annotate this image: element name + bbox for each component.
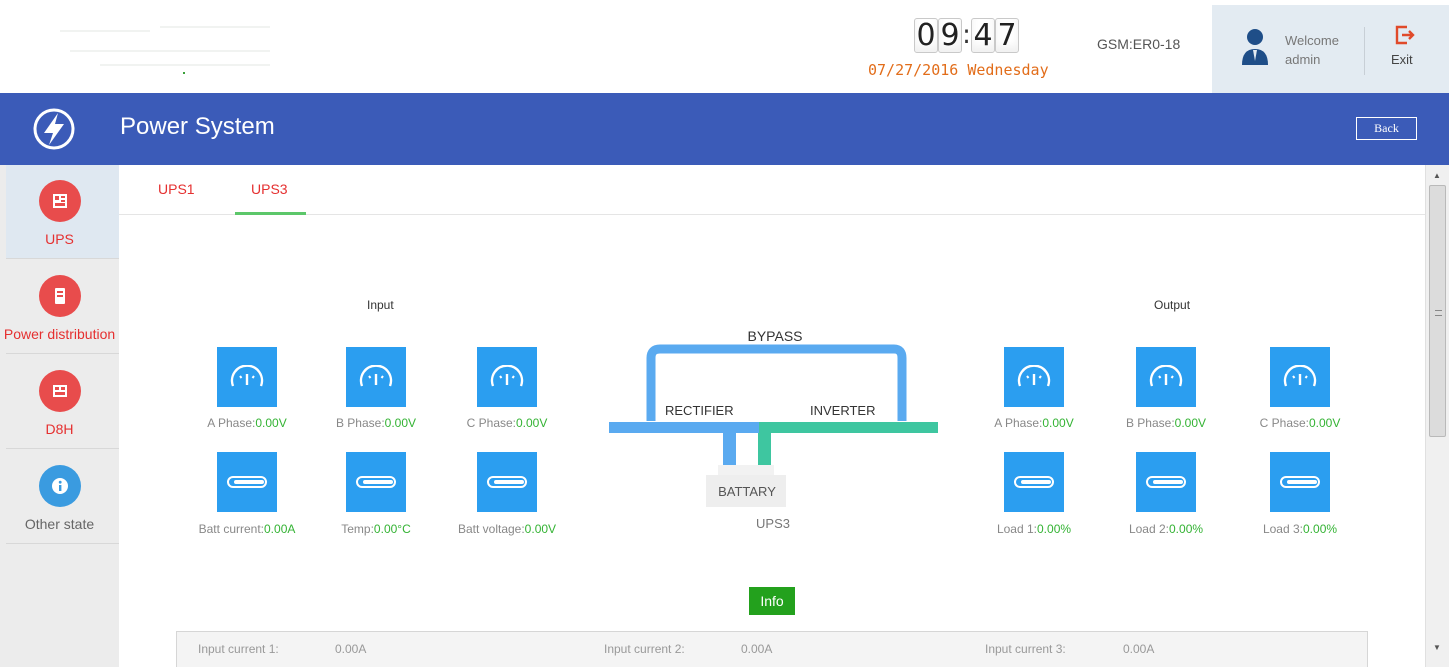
meter-label: B Phase:0.00V bbox=[335, 416, 417, 430]
output-heading: Output bbox=[1154, 298, 1191, 312]
current-value: 0.00A bbox=[1123, 642, 1155, 656]
level-bar-icon[interactable] bbox=[1270, 452, 1330, 512]
input-heading: Input bbox=[367, 298, 394, 312]
current-value: 0.00A bbox=[335, 642, 367, 656]
distribution-icon bbox=[39, 275, 81, 317]
sidebar-item-power-distribution[interactable]: Power distribution bbox=[4, 260, 119, 354]
scroll-grip-icon bbox=[1435, 310, 1442, 316]
active-tab-indicator bbox=[235, 212, 306, 215]
current-label: Input current 1: bbox=[198, 642, 279, 656]
scroll-up-arrow-icon[interactable]: ▲ bbox=[1433, 171, 1441, 180]
sidebar-item-label: D8H bbox=[45, 421, 74, 437]
power-bolt-icon bbox=[33, 108, 75, 150]
meter-label: Load 3:0.00% bbox=[1262, 522, 1338, 536]
current-label: Input current 2: bbox=[604, 642, 685, 656]
clock-digit: 7 bbox=[995, 17, 1019, 53]
clock-digit: 0 bbox=[914, 17, 938, 53]
level-bar-icon[interactable] bbox=[1004, 452, 1064, 512]
company-logo bbox=[40, 20, 310, 80]
date-display: 07/27/2016 Wednesday bbox=[868, 61, 1049, 79]
sidebar-item-d8h[interactable]: D8H bbox=[6, 355, 119, 449]
back-button[interactable]: Back bbox=[1356, 117, 1417, 140]
meter-label: A Phase:0.00V bbox=[207, 416, 287, 430]
exit-button[interactable]: Exit bbox=[1391, 52, 1413, 67]
gauge-icon[interactable] bbox=[1270, 347, 1330, 407]
output-bus bbox=[759, 422, 938, 433]
info-icon bbox=[39, 465, 81, 507]
battery-label: BATTARY bbox=[718, 484, 776, 499]
vertical-scrollbar[interactable]: ▲ ▼ bbox=[1425, 165, 1449, 667]
scroll-thumb[interactable] bbox=[1429, 185, 1446, 437]
welcome-text: Welcome bbox=[1285, 33, 1339, 48]
user-panel: Welcome admin Exit bbox=[1212, 5, 1449, 93]
page-title: Power System bbox=[120, 113, 275, 140]
input-current-row: Input current 1: 0.00A Input current 2: … bbox=[176, 631, 1368, 667]
logo-dot bbox=[183, 72, 185, 74]
sidebar-item-label: Power distribution bbox=[3, 326, 116, 342]
meter-label: A Phase:0.00V bbox=[994, 416, 1074, 430]
level-bar-icon[interactable] bbox=[477, 452, 537, 512]
tab-ups1[interactable]: UPS1 bbox=[158, 181, 195, 197]
app-header: Power System Back bbox=[0, 93, 1449, 165]
meter-label: Temp:0.00°C bbox=[341, 522, 411, 536]
sidebar: UPS Power distribution D8H Other state bbox=[0, 165, 119, 667]
sidebar-item-other-state[interactable]: Other state bbox=[6, 450, 119, 544]
meter-label: Load 2:0.00% bbox=[1128, 522, 1204, 536]
tab-ups3[interactable]: UPS3 bbox=[251, 181, 288, 197]
bypass-label: BYPASS bbox=[748, 328, 803, 344]
inverter-label: INVERTER bbox=[810, 403, 876, 418]
scroll-down-arrow-icon[interactable]: ▼ bbox=[1433, 643, 1441, 652]
sidebar-item-label: UPS bbox=[45, 231, 74, 247]
battery-terminal bbox=[718, 465, 774, 475]
gauge-icon[interactable] bbox=[217, 347, 277, 407]
tab-bar: UPS1 UPS3 bbox=[119, 165, 1425, 215]
gauge-icon[interactable] bbox=[477, 347, 537, 407]
d8h-icon bbox=[39, 370, 81, 412]
clock-digit: 4 bbox=[971, 17, 995, 53]
gauge-icon[interactable] bbox=[1004, 347, 1064, 407]
meter-label: C Phase:0.00V bbox=[466, 416, 548, 430]
sidebar-item-ups[interactable]: UPS bbox=[6, 165, 119, 259]
gauge-icon[interactable] bbox=[1136, 347, 1196, 407]
battery-feed-blue bbox=[723, 433, 736, 466]
ups-flow-diagram: BYPASS RECTIFIER INVERTER BATTARY UPS3 bbox=[609, 328, 938, 531]
level-bar-icon[interactable] bbox=[217, 452, 277, 512]
ups-icon bbox=[39, 180, 81, 222]
exit-icon[interactable] bbox=[1393, 24, 1415, 46]
username: admin bbox=[1285, 52, 1321, 67]
sidebar-item-label: Other state bbox=[24, 516, 95, 532]
meter-label: B Phase:0.00V bbox=[1125, 416, 1207, 430]
top-bar: 0 9 : 4 7 07/27/2016 Wednesday GSM:ER0-1… bbox=[0, 0, 1449, 93]
level-bar-icon[interactable] bbox=[346, 452, 406, 512]
input-bus bbox=[609, 422, 759, 433]
rectifier-label: RECTIFIER bbox=[665, 403, 734, 418]
current-label: Input current 3: bbox=[985, 642, 1066, 656]
meter-label: Batt current:0.00A bbox=[198, 522, 296, 536]
current-value: 0.00A bbox=[741, 642, 773, 656]
meter-label: C Phase:0.00V bbox=[1259, 416, 1341, 430]
level-bar-icon[interactable] bbox=[1136, 452, 1196, 512]
gauge-icon[interactable] bbox=[346, 347, 406, 407]
user-icon bbox=[1242, 29, 1268, 65]
digital-clock: 0 9 : 4 7 bbox=[914, 17, 1019, 53]
ups-unit-label: UPS3 bbox=[756, 516, 790, 531]
clock-digit: 9 bbox=[938, 17, 962, 53]
info-button[interactable]: Info bbox=[749, 587, 795, 615]
meter-label: Load 1:0.00% bbox=[996, 522, 1072, 536]
device-id: GSM:ER0-18 bbox=[1097, 36, 1181, 52]
meter-label: Batt voltage:0.00V bbox=[457, 522, 557, 536]
battery-feed-green bbox=[758, 433, 771, 466]
clock-separator: : bbox=[962, 20, 971, 50]
divider bbox=[1364, 27, 1365, 75]
